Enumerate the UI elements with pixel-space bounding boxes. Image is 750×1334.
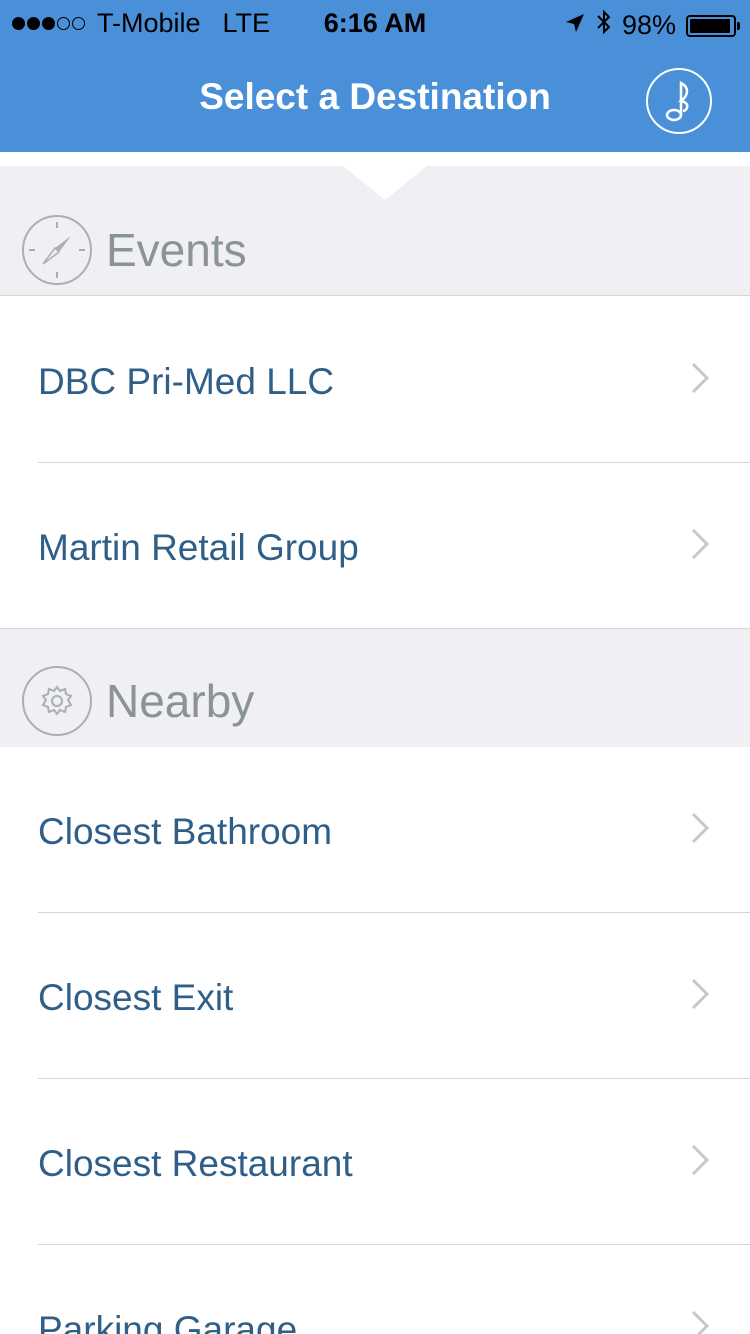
- list-item[interactable]: Parking Garage: [0, 1245, 750, 1334]
- list-item[interactable]: Closest Exit: [0, 913, 750, 1079]
- nav-divider: [0, 152, 750, 166]
- list-item-label: Martin Retail Group: [38, 527, 359, 568]
- list-item[interactable]: Closest Bathroom: [0, 747, 750, 913]
- status-right: 98%: [564, 8, 740, 43]
- chevron-right-icon: [690, 811, 710, 850]
- music-note-icon: [665, 80, 689, 122]
- list-item-label: Parking Garage: [38, 1309, 298, 1334]
- chevron-right-icon: [690, 527, 710, 566]
- list-item[interactable]: DBC Pri-Med LLC: [0, 297, 750, 463]
- navigation-bar: Select a Destination: [0, 50, 750, 150]
- chevron-right-icon: [690, 1143, 710, 1182]
- list-item-label: DBC Pri-Med LLC: [38, 361, 335, 402]
- page-title: Select a Destination: [199, 76, 551, 117]
- list-item-label: Closest Exit: [38, 977, 234, 1018]
- location-arrow-icon: [564, 10, 586, 41]
- battery-icon: [686, 14, 740, 37]
- section-header-nearby: Nearby: [0, 628, 750, 748]
- section-header-events: Events: [0, 166, 750, 296]
- gear-icon: [22, 666, 92, 736]
- top-bar: T-Mobile LTE 6:16 AM 98% Select a Destin…: [0, 0, 750, 152]
- chevron-right-icon: [690, 1309, 710, 1334]
- pointer-notch: [343, 166, 427, 200]
- list-item-label: Closest Bathroom: [38, 811, 333, 852]
- list-item-label: Closest Restaurant: [38, 1143, 353, 1184]
- list-item[interactable]: Martin Retail Group: [0, 463, 750, 629]
- chevron-right-icon: [690, 977, 710, 1016]
- music-note-button[interactable]: [646, 68, 712, 134]
- status-bar: T-Mobile LTE 6:16 AM 98%: [0, 0, 750, 50]
- section-label-nearby: Nearby: [106, 675, 255, 727]
- compass-icon: [22, 215, 92, 285]
- list-item[interactable]: Closest Restaurant: [0, 1079, 750, 1245]
- bluetooth-icon: [596, 8, 612, 43]
- section-label-events: Events: [106, 224, 247, 276]
- chevron-right-icon: [690, 361, 710, 400]
- battery-percent: 98%: [621, 10, 676, 40]
